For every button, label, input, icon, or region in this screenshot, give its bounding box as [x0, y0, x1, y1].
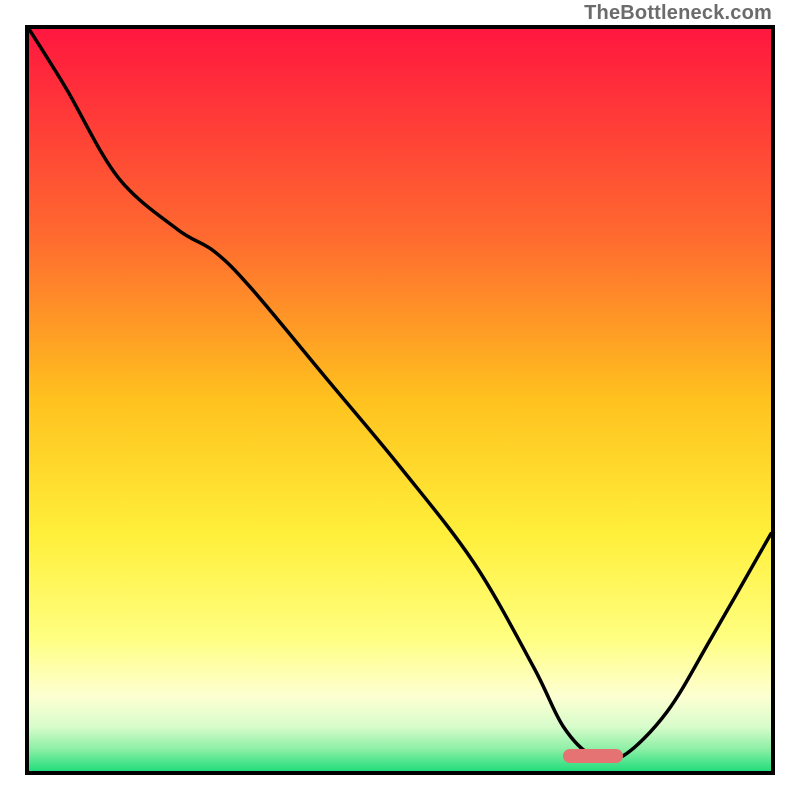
bottleneck-curve [29, 29, 771, 771]
watermark-text: TheBottleneck.com [584, 2, 772, 25]
chart-container: TheBottleneck.com [0, 0, 800, 800]
plot-area [29, 29, 771, 771]
plot-border [25, 25, 775, 775]
optimal-range-marker [563, 749, 622, 763]
